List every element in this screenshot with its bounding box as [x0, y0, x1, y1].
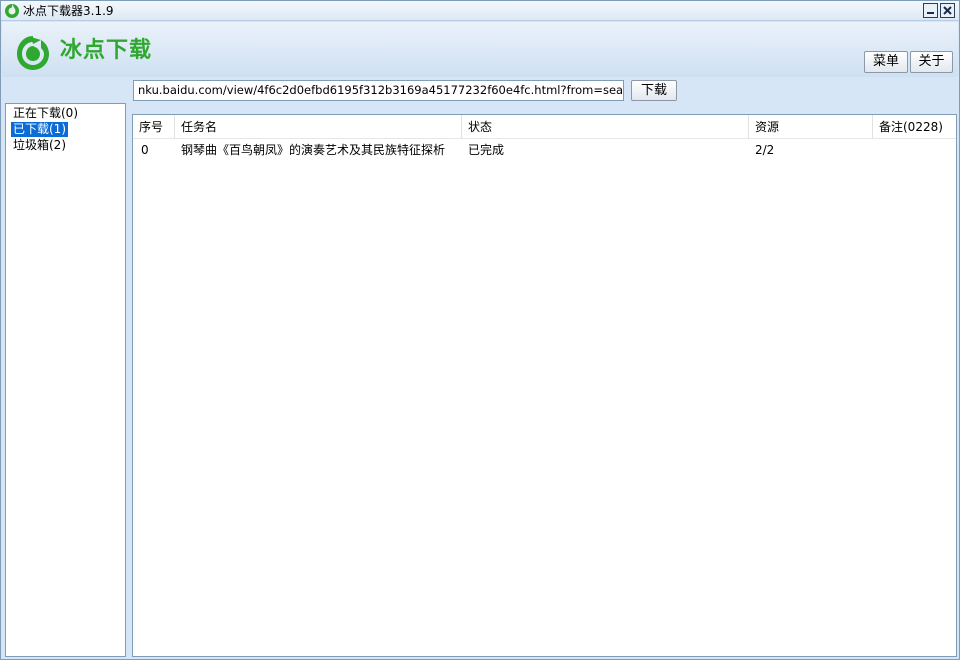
task-list-header: 序号 任务名 状态 资源 备注(0228) — [133, 115, 956, 139]
sidebar-item-downloaded[interactable]: 已下载(1) — [11, 122, 68, 137]
close-button[interactable] — [940, 3, 955, 18]
sidebar-item-trash[interactable]: 垃圾箱(2) — [11, 138, 68, 153]
app-window: 冰点下载器3.1.9 冰点下载 菜单 关于 nku.baidu.com/view… — [0, 0, 960, 660]
brand-name: 冰点下载 — [60, 38, 153, 63]
column-header-index[interactable]: 序号 — [133, 115, 175, 139]
sidebar-item-downloading[interactable]: 正在下载(0) — [11, 106, 80, 121]
title-bar[interactable]: 冰点下载器3.1.9 — [1, 1, 959, 21]
menu-button[interactable]: 菜单 — [864, 51, 908, 73]
task-list: 序号 任务名 状态 资源 备注(0228) 0 钢琴曲《百鸟朝凤》的演奏艺术及其… — [132, 114, 957, 657]
url-input[interactable]: nku.baidu.com/view/4f6c2d0efbd6195f312b3… — [133, 80, 624, 101]
cell-status: 已完成 — [468, 143, 505, 157]
column-header-status[interactable]: 状态 — [462, 115, 749, 139]
column-header-source[interactable]: 资源 — [749, 115, 873, 139]
app-header: 冰点下载 菜单 关于 — [2, 22, 958, 77]
brand-logo-icon — [17, 36, 49, 70]
category-sidebar: 正在下载(0) 已下载(1) 垃圾箱(2) — [5, 103, 126, 657]
about-button[interactable]: 关于 — [910, 51, 953, 73]
column-header-note[interactable]: 备注(0228) — [873, 115, 956, 139]
close-icon — [943, 6, 952, 15]
cell-task-name: 钢琴曲《百鸟朝凤》的演奏艺术及其民族特征探析 — [181, 143, 446, 157]
column-header-name[interactable]: 任务名 — [175, 115, 462, 139]
cell-index: 0 — [141, 143, 149, 157]
cell-source: 2/2 — [755, 143, 775, 157]
address-bar: nku.baidu.com/view/4f6c2d0efbd6195f312b3… — [2, 77, 958, 103]
minimize-icon — [927, 12, 934, 14]
download-button[interactable]: 下载 — [631, 80, 677, 101]
app-logo-icon — [5, 4, 19, 18]
minimize-button[interactable] — [923, 3, 938, 18]
window-title: 冰点下载器3.1.9 — [23, 4, 114, 18]
table-row[interactable]: 0 钢琴曲《百鸟朝凤》的演奏艺术及其民族特征探析 已完成 2/2 — [133, 141, 956, 159]
